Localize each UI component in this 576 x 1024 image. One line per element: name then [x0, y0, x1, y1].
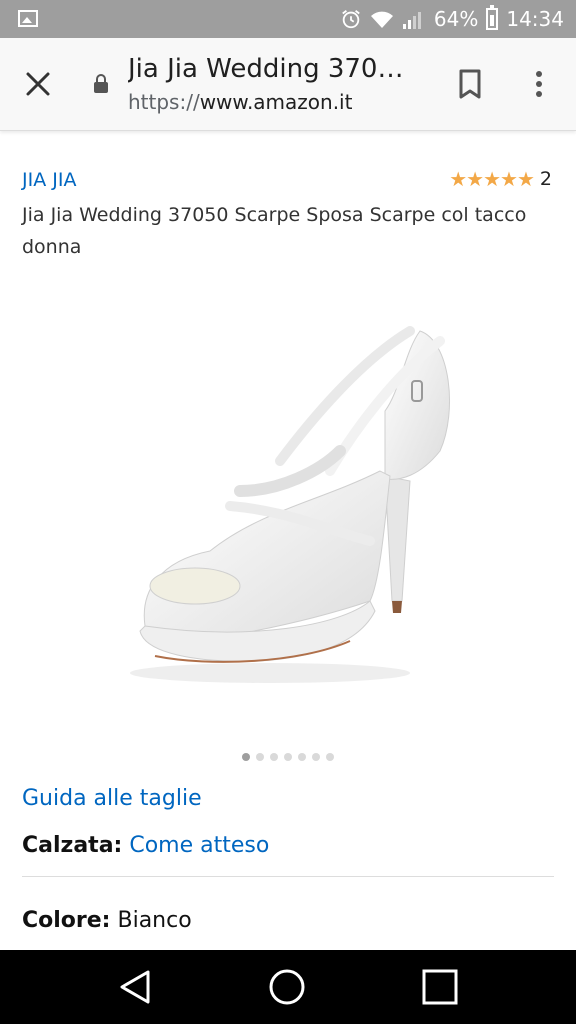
home-icon[interactable]	[268, 968, 306, 1006]
url-domain: www.amazon.it	[199, 90, 353, 114]
carousel-dot[interactable]	[326, 753, 334, 761]
signal-icon	[402, 12, 421, 29]
carousel-dot[interactable]	[256, 753, 264, 761]
size-guide-link[interactable]: Guida alle taglie	[22, 786, 202, 811]
system-nav-bar	[0, 950, 576, 1024]
product-title: Jia Jia Wedding 37050 Scarpe Sposa Scarp…	[22, 204, 527, 258]
status-icons: 64% 14:34	[340, 5, 564, 32]
color-row: Colore: Bianco	[22, 908, 192, 933]
carousel-dot[interactable]	[298, 753, 306, 761]
carousel-dot[interactable]	[242, 753, 250, 761]
color-label: Colore:	[22, 908, 111, 933]
bookmark-icon[interactable]	[456, 68, 484, 100]
status-bar: 64% 14:34	[0, 0, 576, 38]
more-vert-icon[interactable]	[528, 68, 550, 100]
page-title[interactable]: Jia Jia Wedding 370…	[128, 54, 428, 84]
image-carousel-indicator[interactable]	[242, 753, 334, 761]
image-icon	[18, 10, 38, 27]
recent-apps-icon[interactable]	[422, 969, 458, 1005]
carousel-dot[interactable]	[270, 753, 278, 761]
product-image[interactable]	[100, 301, 490, 701]
clock: 14:34	[506, 7, 564, 31]
browser-toolbar: Jia Jia Wedding 370… https://www.amazon.…	[0, 38, 576, 131]
page-url[interactable]: https://www.amazon.it	[128, 90, 352, 114]
divider	[22, 876, 554, 877]
carousel-dot[interactable]	[312, 753, 320, 761]
alarm-icon	[342, 10, 360, 29]
lock-icon	[94, 74, 108, 93]
star-rating-icon: ★★★★★	[449, 167, 535, 191]
battery-icon	[486, 5, 499, 30]
rating[interactable]: ★★★★★ 2	[449, 167, 552, 191]
rating-count: 2	[539, 168, 552, 190]
carousel-dot[interactable]	[284, 753, 292, 761]
brand-link[interactable]: JIA JIA	[22, 169, 76, 191]
close-icon[interactable]	[22, 68, 54, 100]
url-scheme: https://	[128, 90, 200, 114]
color-value: Bianco	[117, 908, 192, 933]
back-icon[interactable]	[118, 968, 154, 1006]
fit-label: Calzata:	[22, 833, 123, 858]
fit-row: Calzata: Come atteso	[22, 833, 269, 858]
wifi-icon	[370, 11, 393, 28]
fit-value-link[interactable]: Come atteso	[129, 833, 269, 858]
battery-percent: 64%	[433, 7, 479, 31]
